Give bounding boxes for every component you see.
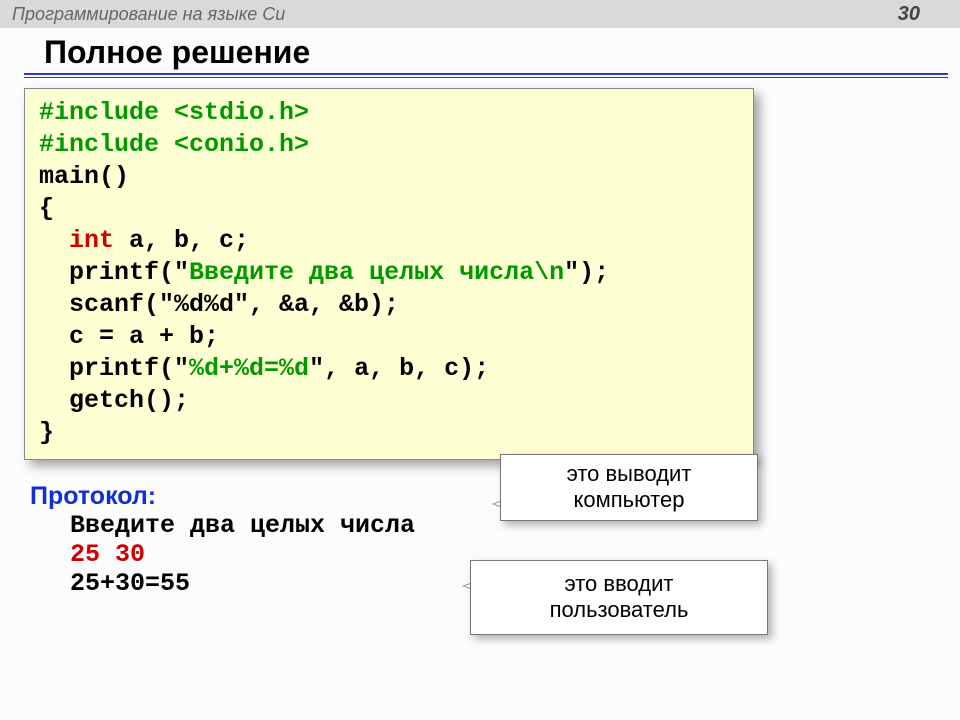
- code-string-2: %d+%d=%d: [189, 354, 309, 383]
- code-string-1: Введите два целых числа\n: [189, 258, 564, 287]
- callout-computer-output: это выводит компьютер: [500, 454, 758, 521]
- code-line-11: }: [39, 418, 54, 447]
- code-line-6a: printf(": [39, 258, 189, 287]
- protocol-area: Протокол: Введите два целых числа 25 30 …: [30, 482, 960, 598]
- code-line-7: scanf("%d%d", &a, &b);: [39, 290, 399, 319]
- code-line-1: #include <stdio.h>: [39, 98, 309, 127]
- page-number: 30: [898, 3, 920, 26]
- callout-user-input: это вводит пользователь: [470, 560, 768, 635]
- header-bar: Программирование на языке Си 30: [0, 0, 960, 28]
- code-keyword-int: int: [69, 226, 114, 255]
- code-line-8: c = a + b;: [39, 322, 219, 351]
- slide-title: Полное решение: [44, 34, 960, 71]
- code-line-3: main(): [39, 162, 129, 191]
- code-block: #include <stdio.h> #include <conio.h> ma…: [24, 88, 754, 460]
- protocol-title: Протокол: [30, 482, 148, 510]
- code-line-6c: ");: [564, 258, 609, 287]
- code-line-9a: printf(": [39, 354, 189, 383]
- code-line-9c: ", a, b, c);: [309, 354, 489, 383]
- code-line-4: {: [39, 194, 54, 223]
- code-line-2: #include <conio.h>: [39, 130, 309, 159]
- callout-line: это вводит: [489, 571, 749, 597]
- header-title: Программирование на языке Си: [12, 4, 285, 25]
- callout-line: пользователь: [489, 597, 749, 623]
- callout-line: компьютер: [519, 487, 739, 513]
- code-line-10: getch();: [39, 386, 189, 415]
- callout-line: это выводит: [519, 461, 739, 487]
- code-line-5c: a, b, c;: [114, 226, 249, 255]
- title-rule: [24, 73, 948, 78]
- code-line-5a: [39, 226, 69, 255]
- protocol-colon: :: [148, 482, 156, 510]
